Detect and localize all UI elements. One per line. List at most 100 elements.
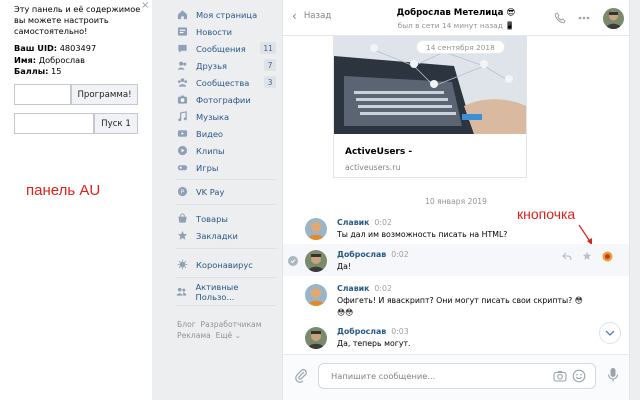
footer-more-link[interactable]: Ещё ⌄ [216,331,241,340]
menu-item-clips[interactable]: Клипы [170,142,276,159]
message-time: 0:02 [391,250,409,259]
page-scrollbar[interactable] [631,0,640,400]
messages-badge: 11 [260,42,276,54]
message-author[interactable]: Славик 0:02 [337,284,392,293]
home-icon [176,9,188,21]
uid-label: Ваш UID: [14,43,58,53]
message-text-line2: 😳😳 [337,308,354,317]
friends-icon [176,60,188,72]
author-name: Славик [337,218,370,227]
message-author[interactable]: Доброслав 0:02 [337,250,409,259]
footer-blog-link[interactable]: Блог [177,320,196,329]
link-title[interactable]: ActiveUsers - [345,147,412,157]
message[interactable]: Доброслав 0:03 Да, теперь могут. [305,327,605,353]
menu-item-bookmarks[interactable]: Закладки [170,227,276,244]
phone-icon[interactable] [553,11,567,25]
points-label: Баллы: [14,66,49,76]
footer-developers-link[interactable]: Разработчикам [201,320,262,329]
camera-icon[interactable] [553,368,567,382]
link-date-pill: 14 сентября 2018 [416,40,505,54]
chevron-down-icon [605,330,615,336]
menu-divider [176,248,276,249]
menu-item-friends[interactable]: Друзья 7 [170,57,276,74]
message[interactable]: Славик 0:02 Ты дал им возможность писать … [305,218,605,244]
avatar[interactable] [305,218,327,240]
menu-divider [176,204,276,205]
avatar[interactable] [603,8,624,29]
message-author[interactable]: Славик 0:02 [337,218,392,227]
menu-item-label: Коронавирус [196,259,253,270]
name-value: Доброслав [38,54,85,65]
video-icon [176,128,188,140]
more-icon[interactable] [577,11,591,25]
uid-value: 4803497 [59,43,97,53]
menu-divider [176,277,276,278]
menu-item-label: Товары [196,213,228,224]
menu-item-goods[interactable]: Товары [170,210,276,227]
start-button[interactable]: Пуск 1 [94,113,138,134]
scroll-down-button[interactable] [599,322,621,344]
name-label: Имя: [14,54,37,65]
menu-item-video[interactable]: Видео [170,125,276,142]
message-time: 0:03 [391,327,409,336]
message[interactable]: Славик 0:02 Офигеть! И яваскрипт? Они мог… [305,284,605,318]
menu-item-messages[interactable]: Сообщения 11 [170,40,276,57]
menu-item-label: Фотографии [196,94,251,105]
message-text: Офигеть! И яваскрипт? Они могут писать с… [337,296,583,305]
select-check-icon[interactable] [288,256,298,266]
footer-ads-link[interactable]: Реклама [177,331,211,340]
menu-item-music[interactable]: Музыка [170,108,276,125]
program-input[interactable] [14,84,71,105]
camera-icon [176,94,188,106]
menu-item-label: Сообщения [196,43,246,54]
reply-icon[interactable] [561,250,573,262]
menu-item-vkpay[interactable]: P VK Pay [170,183,276,200]
avatar[interactable] [305,327,327,349]
menu-item-label: Клипы [196,145,225,156]
menu-item-label: Активные Пользо... [195,281,239,302]
menu-item-news[interactable]: Новости [170,23,276,40]
menu-footer-row2: Реклама Ещё ⌄ [177,331,241,340]
menu-item-label: Сообщества [196,77,250,88]
link-preview-card[interactable]: 14 сентября 2018 ActiveUsers - activeuse… [333,36,527,178]
menu-item-coronavirus[interactable]: Коронавирус [170,256,276,273]
program-button[interactable]: Программа! [71,84,138,105]
star-icon[interactable] [581,250,593,262]
users-icon [176,286,187,298]
groups-badge: 3 [264,76,276,88]
message[interactable]: Доброслав 0:02 Да! [305,250,605,276]
avatar[interactable] [305,250,327,272]
groups-icon [176,77,188,89]
author-name: Доброслав [337,250,387,259]
menu-divider [176,305,276,306]
message-text: Да! [337,262,351,271]
link-url[interactable]: activeusers.ru [345,163,400,172]
smile-icon[interactable] [572,368,586,383]
menu-item-photos[interactable]: Фотографии [170,91,276,108]
menu-item-label: VK Pay [196,186,225,197]
message-author[interactable]: Доброслав 0:03 [337,327,409,336]
menu-item-my-page[interactable]: Моя страница [170,6,276,23]
start-input[interactable] [14,113,94,134]
menu-item-games[interactable]: Игры [170,159,276,176]
message-text: Ты дал им возможность писать на HTML? [337,230,508,239]
paperclip-icon[interactable] [293,367,309,383]
menu-item-label: Закладки [196,230,238,241]
composer: Напишите сообщение... [283,354,629,400]
message-time: 0:02 [374,284,392,293]
message-time: 0:02 [374,218,392,227]
message-icon [176,43,188,55]
menu-item-groups[interactable]: Сообщества 3 [170,74,276,91]
vkpay-icon: P [176,186,188,198]
au-user-info: Ваш UID: 4803497 Имя: Доброслав Баллы: 1… [14,43,96,78]
message-actions [561,250,613,262]
music-icon [176,111,188,123]
author-name: Доброслав [337,327,387,336]
menu-item-active-users[interactable]: Активные Пользо... [170,281,276,302]
au-action-icon[interactable] [601,250,613,262]
star-icon [176,230,188,242]
microphone-icon[interactable] [606,367,620,383]
au-intro-text: Эту панель и её содержимое вы можете нас… [14,4,141,36]
menu-item-label: Игры [196,162,219,173]
avatar[interactable] [305,284,327,306]
